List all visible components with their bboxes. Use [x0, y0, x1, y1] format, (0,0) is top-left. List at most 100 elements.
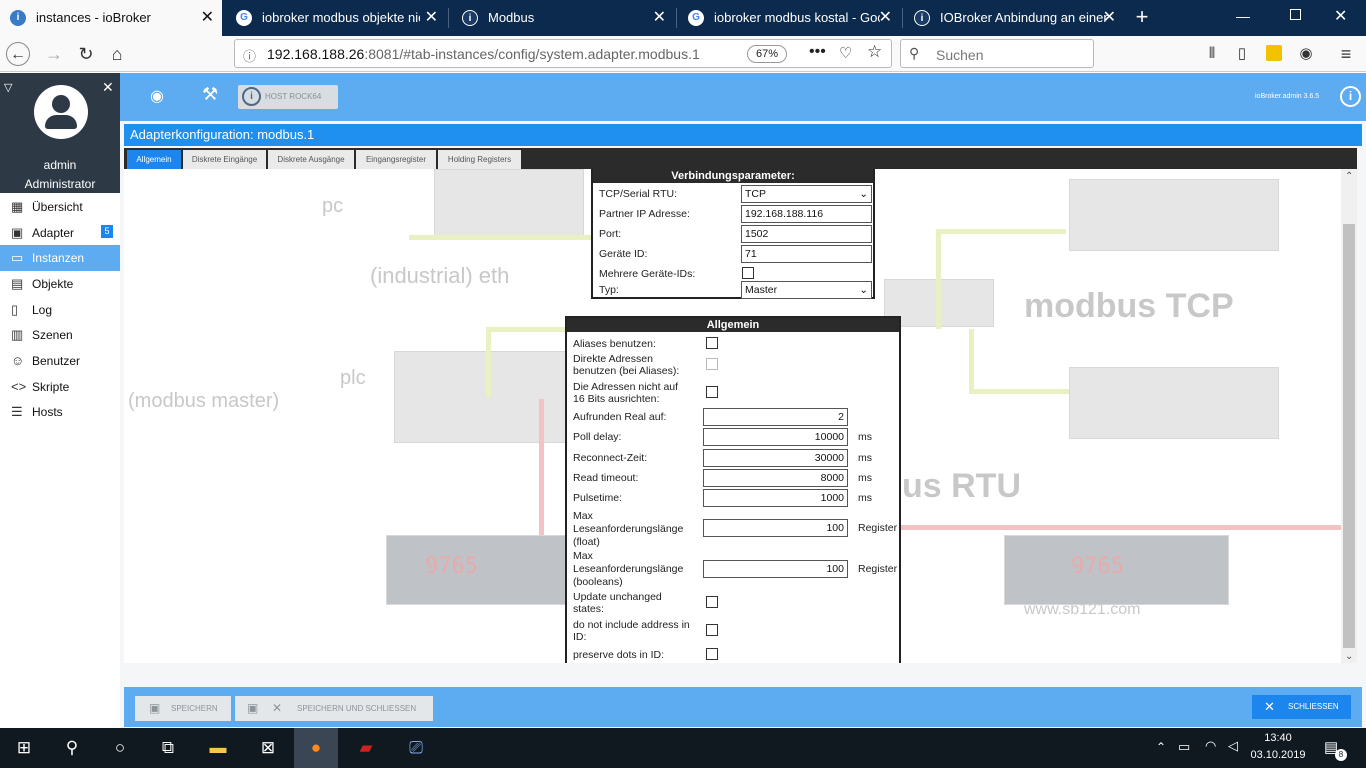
save-button[interactable]: ▣ SPEICHERN: [135, 696, 231, 721]
sidebar-item-szenen[interactable]: ▥ Szenen: [0, 322, 120, 348]
pc-monitor-image: [434, 169, 584, 239]
zoom-indicator[interactable]: 67%: [747, 45, 787, 63]
clock-date[interactable]: 03.10.2019: [1250, 749, 1306, 761]
pulsetime-input[interactable]: 1000: [703, 489, 848, 507]
tray-chevron-icon[interactable]: ⌃: [1156, 740, 1166, 754]
eye-icon[interactable]: ◉: [150, 86, 170, 106]
reload-icon[interactable]: ↻: [74, 42, 98, 66]
tab-eingangsregister[interactable]: Eingangsregister: [356, 150, 436, 169]
firefox-icon[interactable]: ●: [294, 728, 338, 768]
direct-addresses-checkbox[interactable]: [706, 358, 718, 370]
scrollbar-thumb[interactable]: [1343, 224, 1355, 648]
max-read-length-float-input[interactable]: 100: [703, 519, 848, 537]
clock-time[interactable]: 13:40: [1250, 732, 1306, 744]
sidebar-item-objekte[interactable]: ▤ Objekte: [0, 271, 120, 297]
wrench-icon[interactable]: ⚒: [202, 84, 218, 105]
restore-icon[interactable]: [1290, 9, 1301, 20]
battery-icon[interactable]: ▭: [1178, 739, 1190, 755]
close-window-icon[interactable]: ✕: [1334, 6, 1347, 26]
minimize-icon[interactable]: —: [1236, 8, 1250, 24]
browser-tab-instances[interactable]: i instances - ioBroker ✕: [0, 0, 222, 36]
close-tab-icon[interactable]: ✕: [1103, 0, 1116, 36]
host-button[interactable]: i HOST ROCK64: [238, 85, 338, 109]
forward-icon[interactable]: →: [42, 42, 66, 66]
vertical-scrollbar[interactable]: ⌃ ⌄: [1341, 169, 1357, 663]
max-read-length-booleans-input[interactable]: 100: [703, 560, 848, 578]
store-icon[interactable]: ⊠: [246, 728, 290, 768]
tab-holding-registers[interactable]: Holding Registers: [438, 150, 521, 169]
port-input[interactable]: 1502: [741, 225, 872, 243]
new-tab-icon[interactable]: +: [1130, 4, 1154, 32]
volume-icon[interactable]: ◁: [1228, 738, 1238, 754]
close-button[interactable]: ✕ SCHLIESSEN: [1252, 695, 1351, 719]
library-icon[interactable]: ⫴: [1200, 42, 1224, 66]
partner-ip-input[interactable]: 192.168.188.116: [741, 205, 872, 223]
sidebar-item-skripte[interactable]: <> Skripte: [0, 374, 120, 400]
general-panel-title: Allgemein: [567, 318, 899, 332]
save-and-close-button[interactable]: ▣ ✕ SPEICHERN UND SCHLIESSEN: [235, 696, 433, 721]
home-icon[interactable]: ⌂: [105, 42, 129, 66]
poll-delay-input[interactable]: 10000: [703, 428, 848, 446]
close-tab-icon[interactable]: ✕: [653, 0, 666, 36]
connection-type-select[interactable]: TCP ⌄: [741, 185, 872, 203]
pocket-icon[interactable]: ♡: [839, 44, 852, 62]
scroll-down-icon[interactable]: ⌄: [1345, 651, 1353, 662]
preserve-dots-checkbox[interactable]: [706, 648, 718, 660]
reconnect-time-input[interactable]: 30000: [703, 449, 848, 467]
tab-divider: [448, 8, 449, 28]
menu-icon[interactable]: ≡: [1334, 42, 1358, 66]
round-real-input[interactable]: 2: [703, 408, 848, 426]
network-app-icon[interactable]: ⎚: [394, 728, 438, 768]
google-favicon-icon: G: [236, 10, 252, 26]
windows-start-icon[interactable]: ⊞: [2, 728, 46, 768]
multiple-device-ids-checkbox[interactable]: [742, 267, 754, 279]
task-view-icon[interactable]: ⧉: [146, 728, 190, 768]
search-box[interactable]: ⚲ Suchen: [900, 39, 1094, 68]
sidebar-item-hosts[interactable]: ☰ Hosts: [0, 399, 120, 425]
log-icon: ▯: [11, 302, 19, 317]
close-tab-icon[interactable]: ✕: [425, 0, 438, 36]
no-16bit-align-checkbox[interactable]: [706, 386, 718, 398]
aliases-checkbox[interactable]: [706, 337, 718, 349]
url-bar[interactable]: ⓘ 192.168.188.26:8081/#tab-instances/con…: [234, 39, 892, 68]
sidebar-toggle-icon[interactable]: ▯: [1230, 42, 1254, 66]
extension-icon[interactable]: [1266, 45, 1282, 61]
info-icon[interactable]: ⓘ: [243, 46, 256, 65]
sidebar-item-adapter[interactable]: ▣ Adapter 5: [0, 220, 120, 246]
collapse-icon[interactable]: ▽: [4, 81, 12, 94]
acrobat-icon[interactable]: ▰: [344, 728, 388, 768]
account-icon[interactable]: ◉: [1294, 42, 1318, 66]
search-placeholder: Suchen: [936, 47, 984, 63]
sidebar-item-benutzer[interactable]: ☺ Benutzer: [0, 348, 120, 374]
sidebar-item-uebersicht[interactable]: ▦ Übersicht: [0, 194, 120, 220]
tab-diskrete-eingaenge[interactable]: Diskrete Eingänge: [183, 150, 266, 169]
general-panel: Allgemein Aliases benutzen: Direkte Adre…: [565, 316, 901, 663]
scroll-up-icon[interactable]: ⌃: [1345, 171, 1353, 182]
page-actions-icon[interactable]: •••: [809, 43, 826, 61]
tab-allgemein[interactable]: Allgemein: [127, 150, 181, 169]
browser-tab-modbus[interactable]: i Modbus ✕: [452, 0, 674, 36]
read-timeout-input[interactable]: 8000: [703, 469, 848, 487]
bookmark-star-icon[interactable]: ☆: [867, 42, 882, 62]
search-icon[interactable]: ⚲: [50, 728, 94, 768]
no-address-in-id-checkbox[interactable]: [706, 624, 718, 636]
close-sidebar-icon[interactable]: ✕: [102, 79, 114, 96]
browser-tab-modbus-objekte[interactable]: G iobroker modbus objekte nicht ✕: [226, 0, 446, 36]
back-icon[interactable]: ←: [6, 42, 30, 66]
close-tab-icon[interactable]: ✕: [201, 0, 214, 36]
tab-diskrete-ausgaenge[interactable]: Diskrete Ausgänge: [268, 150, 354, 169]
cortana-icon[interactable]: ○: [98, 728, 142, 768]
sidebar-item-log[interactable]: ▯ Log: [0, 297, 120, 323]
browser-tab-iobroker-anbindung[interactable]: i IOBroker Anbindung an einen I ✕: [904, 0, 1124, 36]
update-unchanged-checkbox[interactable]: [706, 596, 718, 608]
close-icon: ✕: [1264, 699, 1275, 714]
file-explorer-icon[interactable]: ▬: [196, 728, 240, 768]
close-tab-icon[interactable]: ✕: [879, 0, 892, 36]
device-id-input[interactable]: 71: [741, 245, 872, 263]
typ-select[interactable]: Master ⌄: [741, 281, 872, 299]
grid-icon: ▦: [11, 199, 24, 214]
hosts-icon: ☰: [11, 404, 23, 419]
browser-tab-modbus-kostal[interactable]: G iobroker modbus kostal - Goog ✕: [678, 0, 900, 36]
wifi-icon[interactable]: ◠: [1205, 738, 1216, 754]
sidebar-item-instanzen[interactable]: ▭ Instanzen: [0, 245, 120, 271]
